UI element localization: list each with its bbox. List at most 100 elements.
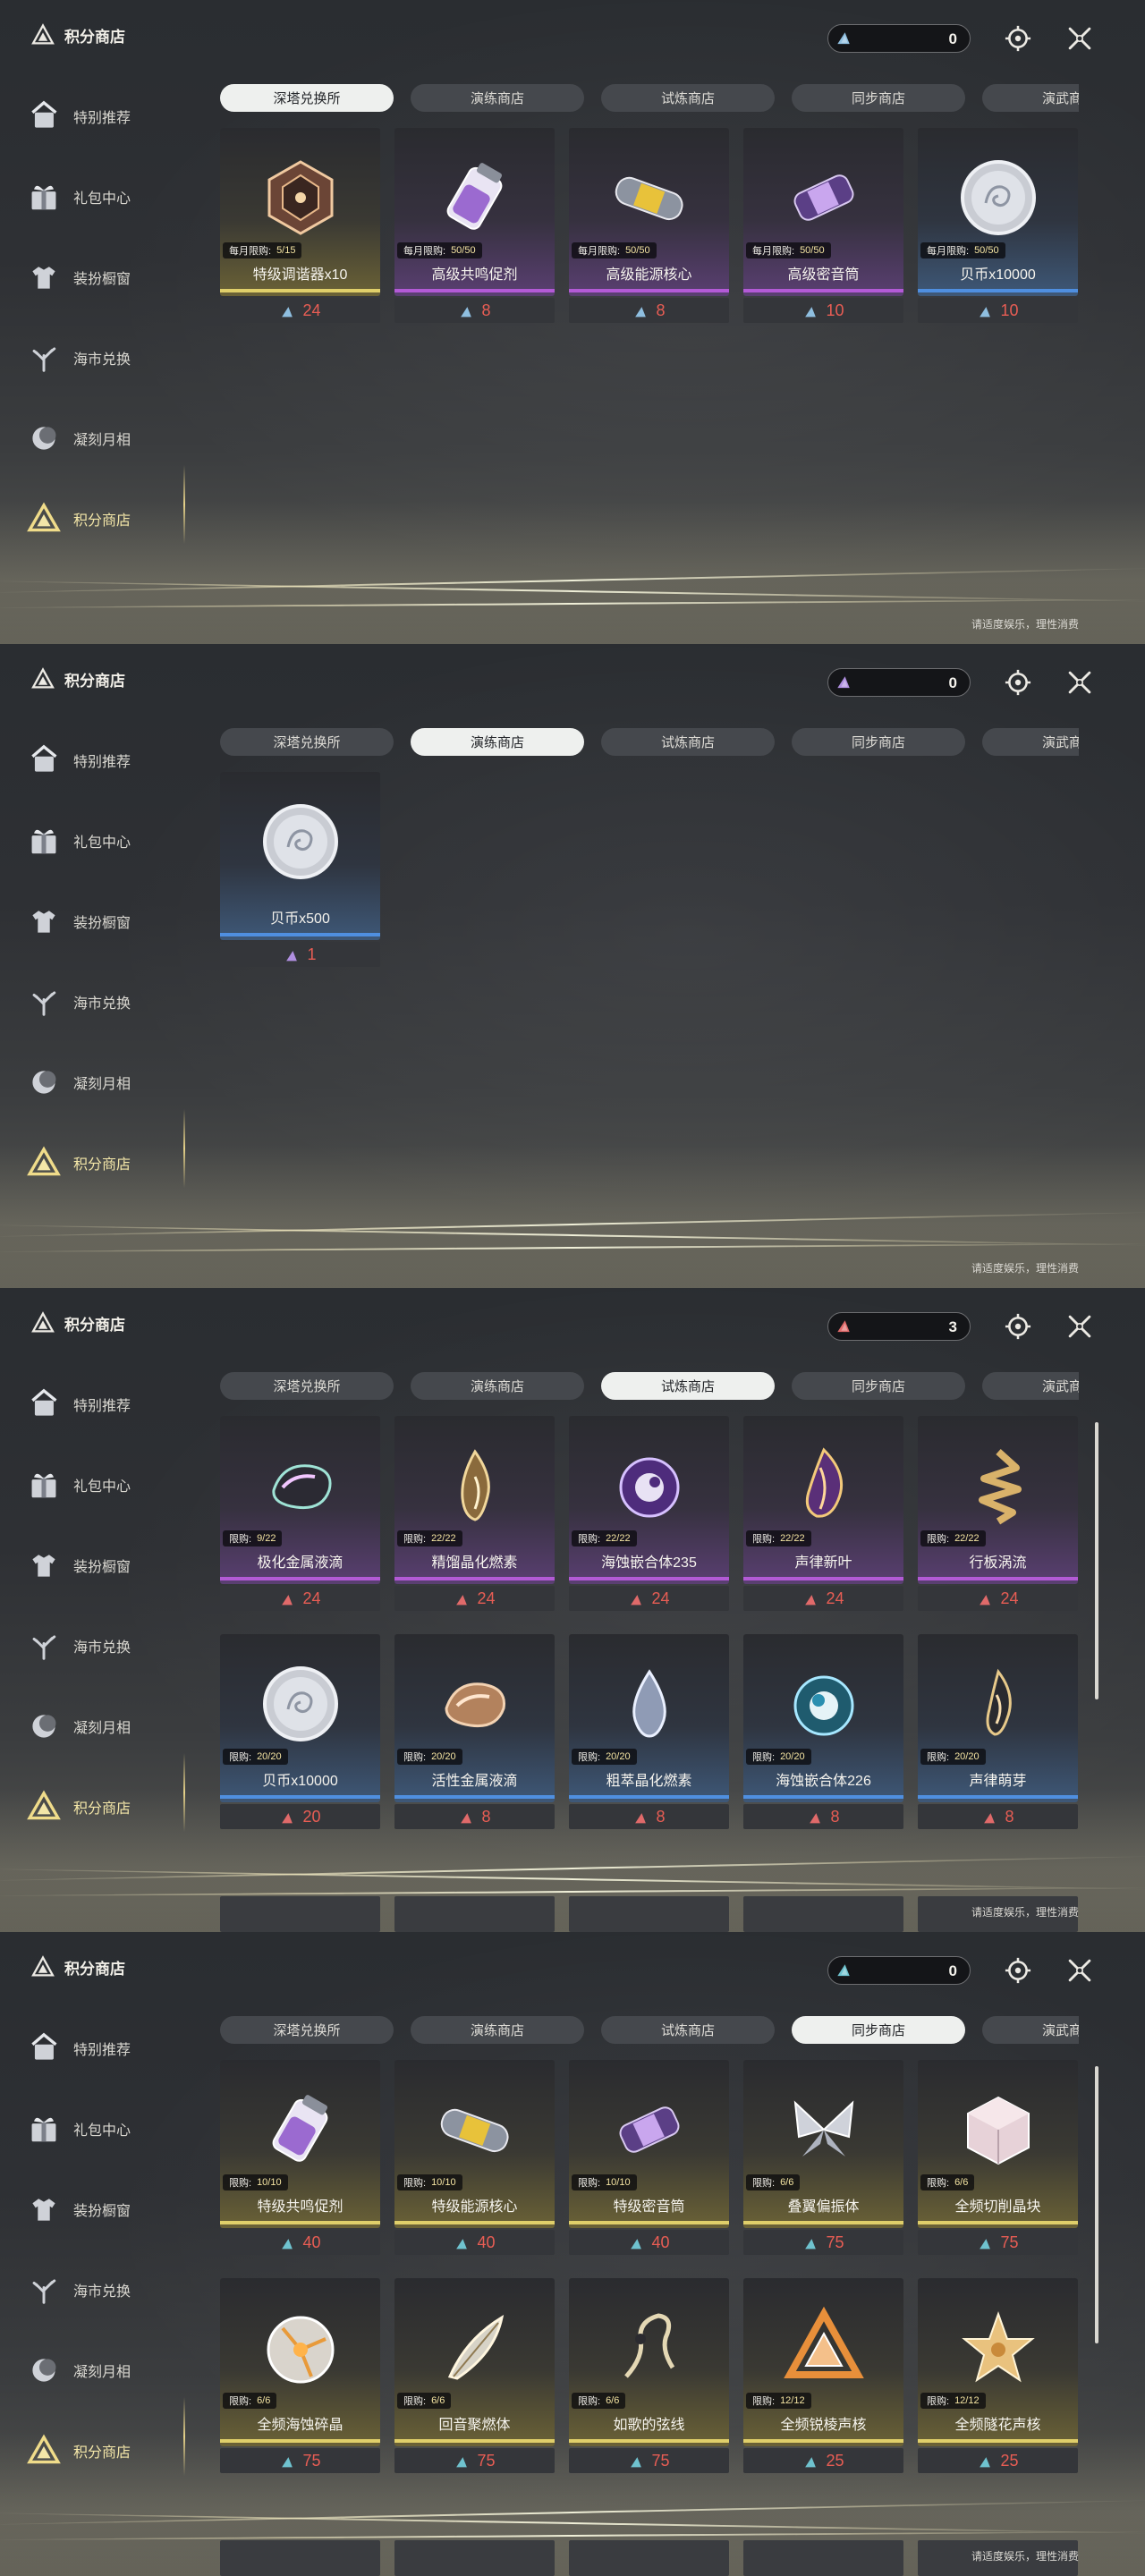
tab-3[interactable]: 试炼商店	[601, 84, 775, 112]
sidebar-item-recommend[interactable]: 特别推荐	[25, 720, 204, 801]
locate-button[interactable]	[1004, 1312, 1032, 1341]
sidebar-item-moon[interactable]: 凝刻月相	[25, 1686, 204, 1767]
shop-item-card[interactable]: 限购: 12/12 全频隧花声核 25	[918, 2278, 1078, 2473]
tab-4[interactable]: 同步商店	[792, 84, 965, 112]
shop-item-card[interactable]: 限购: 10/10 特级共鸣促剂 40	[220, 2060, 380, 2255]
tab-2[interactable]: 演练商店	[411, 1372, 584, 1400]
shop-item-card[interactable]: 限购: 22/22 声律新叶 24	[743, 1416, 903, 1611]
locate-button[interactable]	[1004, 668, 1032, 697]
tab-2[interactable]: 演练商店	[411, 728, 584, 756]
next-row-card[interactable]	[394, 2540, 555, 2576]
shop-item-card[interactable]: 限购: 20/20 声律萌芽 8	[918, 1634, 1078, 1829]
sidebar-item-moon[interactable]: 凝刻月相	[25, 1042, 204, 1123]
shop-item-card[interactable]: 限购: 22/22 行板涡流 24	[918, 1416, 1078, 1611]
shop-item-card[interactable]: 限购: 6/6 全频切削晶块 75	[918, 2060, 1078, 2255]
sidebar-item-points-shop[interactable]: 积分商店	[25, 479, 204, 559]
sidebar-item-wardrobe[interactable]: 装扮橱窗	[25, 237, 204, 318]
locate-button[interactable]	[1004, 1956, 1032, 1985]
limit-label: 限购:	[927, 1752, 950, 1763]
tab-4[interactable]: 同步商店	[792, 2016, 965, 2044]
tab-3[interactable]: 试炼商店	[601, 2016, 775, 2044]
shop-item-card[interactable]: 限购: 12/12 全频锐棱声核 25	[743, 2278, 903, 2473]
shop-item-card[interactable]: 限购: 10/10 特级能源核心 40	[394, 2060, 555, 2255]
tab-1[interactable]: 深塔兑换所	[220, 84, 394, 112]
currency-icon	[286, 951, 298, 962]
shop-item-card[interactable]: 限购: 20/20 活性金属液滴 8	[394, 1634, 555, 1829]
tab-4[interactable]: 同步商店	[792, 1372, 965, 1400]
tab-1[interactable]: 深塔兑换所	[220, 728, 394, 756]
purchase-limit: 限购: 20/20	[572, 1749, 637, 1765]
shop-item-card[interactable]: 限购: 10/10 特级密音筒 40	[569, 2060, 729, 2255]
locate-button[interactable]	[1004, 24, 1032, 53]
tab-5[interactable]: 演武商店	[982, 84, 1079, 112]
sidebar-item-gift[interactable]: 礼包中心	[25, 2089, 204, 2169]
limit-label: 限购:	[229, 1534, 252, 1545]
price-value: 24	[477, 1589, 496, 1607]
shop-item-card[interactable]: 限购: 20/20 海蚀嵌合体226 8	[743, 1634, 903, 1829]
sidebar-item-wardrobe[interactable]: 装扮橱窗	[25, 2169, 204, 2250]
scrollbar[interactable]	[1095, 2066, 1098, 2343]
sidebar-item-moon[interactable]: 凝刻月相	[25, 2330, 204, 2411]
currency-icon	[837, 32, 850, 45]
close-button[interactable]	[1065, 1312, 1094, 1341]
shop-item-card[interactable]: 限购: 22/22 精馏晶化燃素 24	[394, 1416, 555, 1611]
close-button[interactable]	[1065, 24, 1094, 53]
tab-1[interactable]: 深塔兑换所	[220, 1372, 394, 1400]
shop-item-card[interactable]: 每月限购: 50/50 高级共鸣促剂 8	[394, 128, 555, 323]
sidebar-item-moon[interactable]: 凝刻月相	[25, 398, 204, 479]
item-price: 10	[918, 298, 1078, 323]
tab-3[interactable]: 试炼商店	[601, 728, 775, 756]
sidebar-item-wardrobe[interactable]: 装扮橱窗	[25, 1525, 204, 1606]
close-button[interactable]	[1065, 668, 1094, 697]
sidebar-item-recommend[interactable]: 特别推荐	[25, 2008, 204, 2089]
shop-item-card[interactable]: 限购: 6/6 叠翼偏振体 75	[743, 2060, 903, 2255]
sidebar-item-coral[interactable]: 海市兑换	[25, 318, 204, 398]
currency-display[interactable]: 0	[827, 24, 971, 53]
sidebar-item-points-shop[interactable]: 积分商店	[25, 2411, 204, 2491]
shop-item-card[interactable]: 每月限购: 50/50 贝币x10000 10	[918, 128, 1078, 323]
shop-item-card[interactable]: 每月限购: 5/15 特级调谐器x10 24	[220, 128, 380, 323]
shop-item-card[interactable]: 限购: 22/22 海蚀嵌合体235 24	[569, 1416, 729, 1611]
next-row-card[interactable]	[743, 1896, 903, 1932]
next-row-card[interactable]	[220, 2540, 380, 2576]
scrollbar[interactable]	[1095, 1422, 1098, 1699]
currency-display[interactable]: 0	[827, 1956, 971, 1985]
currency-display[interactable]: 3	[827, 1312, 971, 1341]
sidebar-item-recommend[interactable]: 特别推荐	[25, 1364, 204, 1445]
tab-3[interactable]: 试炼商店	[601, 1372, 775, 1400]
sidebar-item-coral[interactable]: 海市兑换	[25, 1606, 204, 1686]
currency-display[interactable]: 0	[827, 668, 971, 697]
tab-2[interactable]: 演练商店	[411, 84, 584, 112]
next-row-card[interactable]	[569, 1896, 729, 1932]
sidebar-item-coral[interactable]: 海市兑换	[25, 962, 204, 1042]
next-row-card[interactable]	[743, 2540, 903, 2576]
item-name: 高级能源核心	[606, 267, 692, 283]
next-row-card[interactable]	[220, 1896, 380, 1932]
sidebar-item-gift[interactable]: 礼包中心	[25, 801, 204, 881]
sidebar-item-coral[interactable]: 海市兑换	[25, 2250, 204, 2330]
sidebar-item-points-shop[interactable]: 积分商店	[25, 1123, 204, 1203]
shop-item-card[interactable]: 每月限购: 50/50 高级密音筒 10	[743, 128, 903, 323]
shop-item-card[interactable]: 限购: 20/20 贝币x10000 20	[220, 1634, 380, 1829]
tab-1[interactable]: 深塔兑换所	[220, 2016, 394, 2044]
tab-5[interactable]: 演武商店	[982, 1372, 1079, 1400]
shop-item-card[interactable]: 限购: 6/6 回音聚燃体 75	[394, 2278, 555, 2473]
tab-2[interactable]: 演练商店	[411, 2016, 584, 2044]
sidebar-item-gift[interactable]: 礼包中心	[25, 157, 204, 237]
sidebar-item-points-shop[interactable]: 积分商店	[25, 1767, 204, 1847]
tab-5[interactable]: 演武商店	[982, 2016, 1079, 2044]
sidebar-item-recommend[interactable]: 特别推荐	[25, 76, 204, 157]
tab-4[interactable]: 同步商店	[792, 728, 965, 756]
shop-item-card[interactable]: 限购: 20/20 粗萃晶化燃素 8	[569, 1634, 729, 1829]
next-row-card[interactable]	[569, 2540, 729, 2576]
tab-5[interactable]: 演武商店	[982, 728, 1079, 756]
close-button[interactable]	[1065, 1956, 1094, 1985]
shop-item-card[interactable]: 限购: 6/6 全频海蚀碎晶 75	[220, 2278, 380, 2473]
shop-item-card[interactable]: 每月限购: 50/50 高级能源核心 8	[569, 128, 729, 323]
next-row-card[interactable]	[394, 1896, 555, 1932]
shop-item-card[interactable]: 限购: 6/6 如歌的弦线 75	[569, 2278, 729, 2473]
shop-item-card[interactable]: 限购: 9/22 极化金属液滴 24	[220, 1416, 380, 1611]
shop-item-card[interactable]: 贝币x500 1	[220, 772, 380, 967]
sidebar-item-gift[interactable]: 礼包中心	[25, 1445, 204, 1525]
sidebar-item-wardrobe[interactable]: 装扮橱窗	[25, 881, 204, 962]
